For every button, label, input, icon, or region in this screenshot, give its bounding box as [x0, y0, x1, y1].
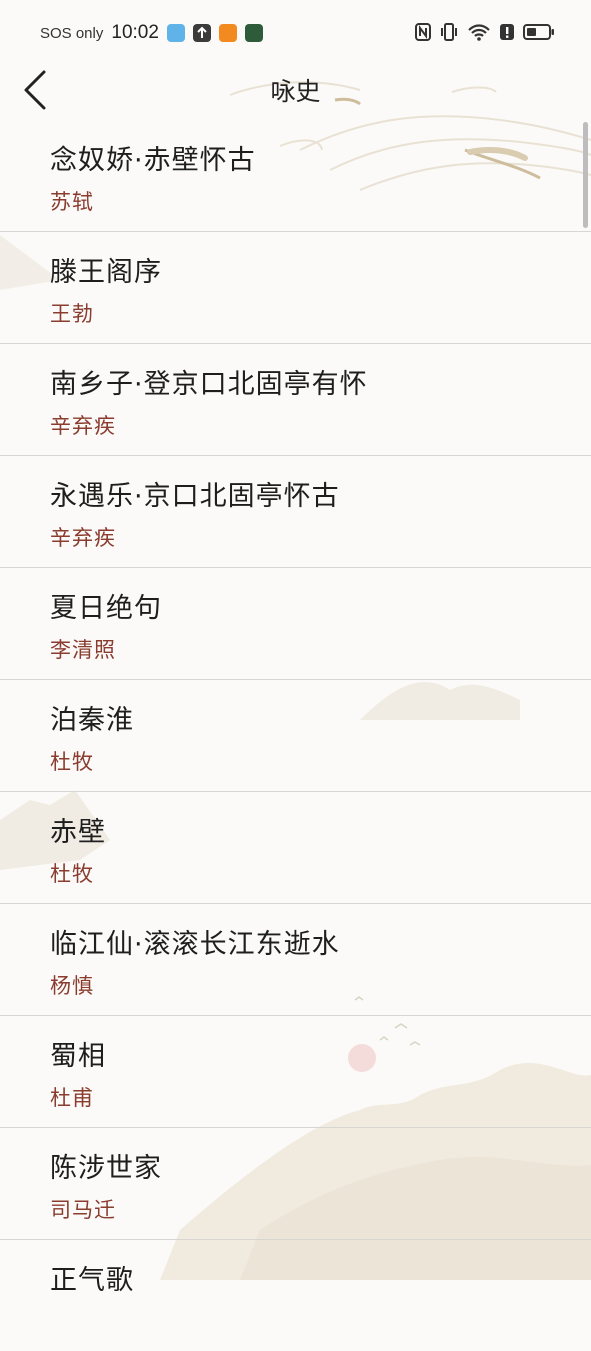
- page-title: 咏史: [270, 77, 321, 106]
- poem-list-item[interactable]: 南乡子·登京口北固亭有怀 辛弃疾: [0, 344, 591, 456]
- poem-title: 陈涉世家: [50, 1153, 162, 1184]
- novel-app-icon: [218, 24, 237, 42]
- poem-author: 苏轼: [50, 190, 94, 214]
- clock: 10:02: [111, 22, 159, 43]
- status-bar-right: [415, 22, 555, 42]
- wifi-icon: [468, 24, 490, 41]
- status-bar: SOS only 10:02: [0, 0, 591, 66]
- upload-icon: [192, 24, 211, 42]
- poem-title: 赤壁: [50, 817, 106, 848]
- poem-title: 念奴娇·赤壁怀古: [50, 145, 256, 176]
- poem-list-item[interactable]: 正气歌: [0, 1240, 591, 1351]
- poem-title: 蜀相: [50, 1041, 106, 1072]
- poem-list-item[interactable]: 永遇乐·京口北固亭怀古 辛弃疾: [0, 456, 591, 568]
- poem-list-item[interactable]: 蜀相 杜甫: [0, 1016, 591, 1128]
- app-header: 咏史: [0, 66, 591, 116]
- poem-author: 辛弃疾: [50, 526, 116, 550]
- poem-author: 杨慎: [50, 974, 94, 998]
- status-bar-left: SOS only 10:02: [40, 22, 263, 44]
- alert-icon: [500, 24, 514, 40]
- weather-app-icon: [166, 24, 185, 42]
- game-app-icon: [244, 24, 263, 42]
- sos-text: SOS only: [40, 24, 104, 42]
- scrollbar[interactable]: [583, 122, 588, 228]
- poem-list-item[interactable]: 临江仙·滚滚长江东逝水 杨慎: [0, 904, 591, 1016]
- poem-title: 临江仙·滚滚长江东逝水: [50, 929, 340, 960]
- poem-author: 杜牧: [50, 750, 94, 774]
- vibrate-icon: [441, 23, 457, 41]
- poem-title: 正气歌: [50, 1265, 134, 1296]
- poem-title: 永遇乐·京口北固亭怀古: [50, 481, 340, 512]
- poem-author: 王勃: [50, 302, 94, 326]
- poem-title: 滕王阁序: [50, 257, 162, 288]
- poem-title: 夏日绝句: [50, 593, 162, 624]
- poem-author: 李清照: [50, 638, 116, 662]
- poem-list: 念奴娇·赤壁怀古 苏轼 滕王阁序 王勃 南乡子·登京口北固亭有怀 辛弃疾 永遇乐…: [0, 120, 591, 1351]
- poem-title: 泊秦淮: [50, 705, 134, 736]
- poem-list-item[interactable]: 赤壁 杜牧: [0, 792, 591, 904]
- battery-icon: [523, 24, 554, 40]
- poem-author: 杜甫: [50, 1086, 94, 1110]
- poem-author: 杜牧: [50, 862, 94, 886]
- poem-list-item[interactable]: 泊秦淮 杜牧: [0, 680, 591, 792]
- poem-author: 辛弃疾: [50, 414, 116, 438]
- poem-author: 司马迁: [50, 1198, 116, 1222]
- poem-list-item[interactable]: 念奴娇·赤壁怀古 苏轼: [0, 120, 591, 232]
- poem-list-item[interactable]: 夏日绝句 李清照: [0, 568, 591, 680]
- poem-list-item[interactable]: 滕王阁序 王勃: [0, 232, 591, 344]
- poem-title: 南乡子·登京口北固亭有怀: [50, 369, 368, 400]
- nfc-icon: [415, 23, 431, 41]
- poem-list-item[interactable]: 陈涉世家 司马迁: [0, 1128, 591, 1240]
